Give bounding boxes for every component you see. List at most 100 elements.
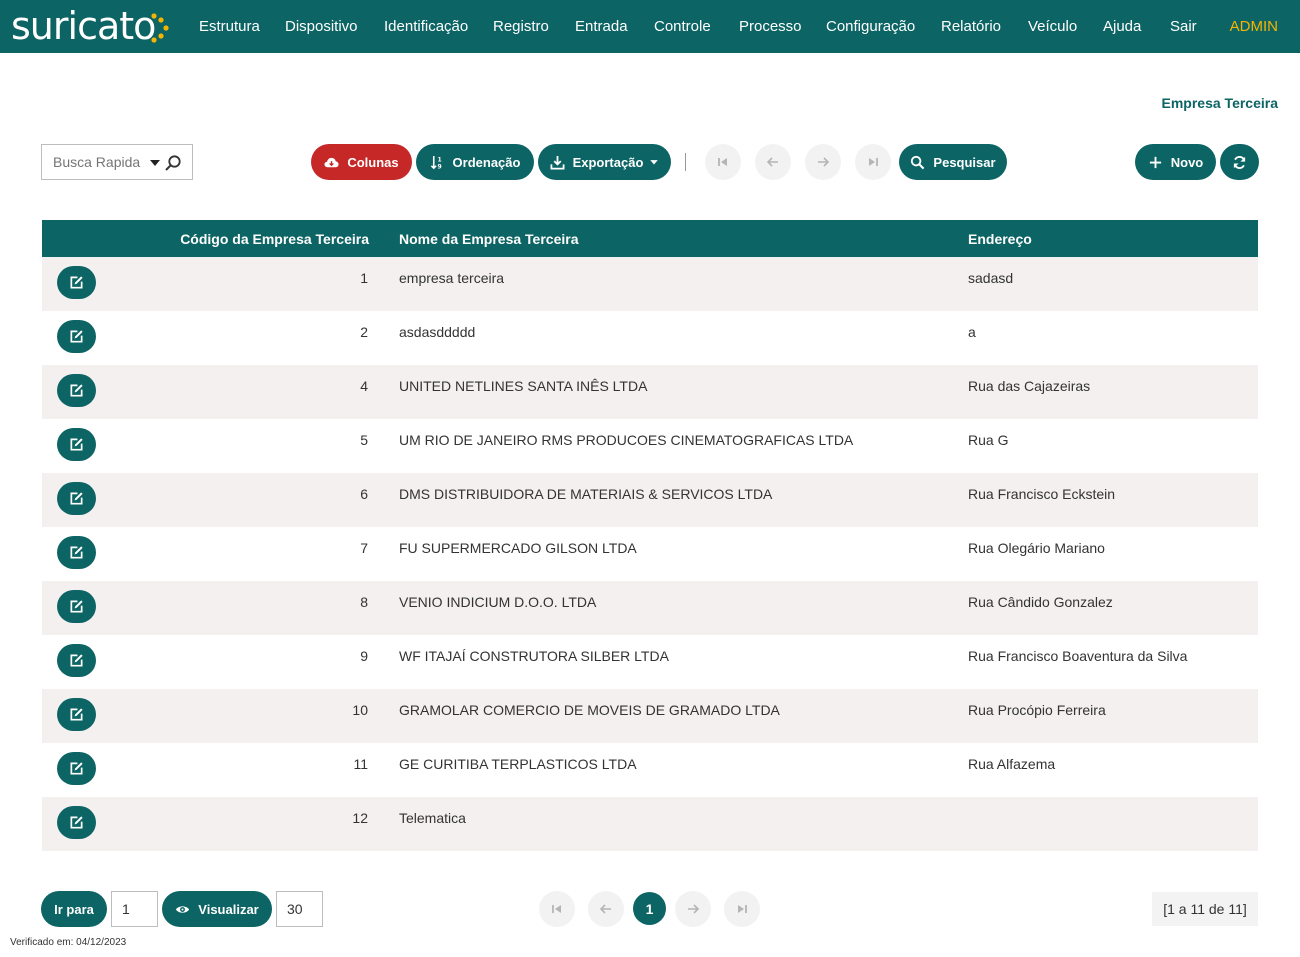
toolbar-divider	[685, 153, 686, 171]
nav-item-veiculo[interactable]: Veículo	[1028, 18, 1077, 35]
edit-button[interactable]	[57, 266, 96, 299]
pager-next-button[interactable]	[675, 891, 711, 927]
first-page-icon	[552, 905, 561, 913]
cell-name: DMS DISTRIBUIDORA DE MATERIAIS & SERVICO…	[399, 486, 773, 502]
columns-button[interactable]: Colunas	[311, 144, 412, 180]
edit-button[interactable]	[57, 806, 96, 839]
search-button[interactable]: Pesquisar	[899, 144, 1007, 180]
cell-name: UNITED NETLINES SANTA INÊS LTDA	[399, 378, 648, 394]
edit-button[interactable]	[57, 752, 96, 785]
table-row: 9 WF ITAJAÍ CONSTRUTORA SILBER LTDA Rua …	[42, 635, 1258, 689]
user-name[interactable]: ADMIN	[1230, 18, 1278, 35]
page-title: Empresa Terceira	[1161, 95, 1278, 111]
pager-first-button[interactable]	[539, 891, 575, 927]
arrow-right-icon	[688, 904, 700, 914]
cell-address: sadasd	[968, 270, 1014, 286]
edit-icon	[70, 276, 83, 289]
cell-code: 8	[360, 594, 368, 610]
view-button-label: Visualizar	[198, 901, 259, 917]
chevron-down-icon	[650, 160, 659, 165]
first-page-button[interactable]	[705, 144, 741, 180]
cell-code: 5	[360, 432, 368, 448]
edit-button[interactable]	[57, 374, 96, 407]
edit-icon	[70, 330, 83, 343]
edit-icon	[70, 438, 83, 451]
edit-button[interactable]	[57, 590, 96, 623]
columns-button-label: Colunas	[347, 154, 399, 170]
edit-icon	[70, 816, 83, 829]
previous-page-button[interactable]	[755, 144, 791, 180]
view-button[interactable]: Visualizar	[162, 891, 272, 927]
next-page-button[interactable]	[805, 144, 841, 180]
cell-code: 6	[360, 486, 368, 502]
page-size-input[interactable]: 30	[276, 891, 323, 927]
cell-address: a	[968, 324, 976, 340]
edit-button[interactable]	[57, 320, 96, 353]
nav-item-relatorio[interactable]: Relatório	[941, 18, 1001, 35]
cell-name: asdasddddd	[399, 324, 476, 340]
cell-code: 4	[360, 378, 368, 394]
edit-button[interactable]	[57, 536, 96, 569]
table-row: 4 UNITED NETLINES SANTA INÊS LTDA Rua da…	[42, 365, 1258, 419]
pager-current-page[interactable]: 1	[633, 892, 666, 925]
edit-button[interactable]	[57, 428, 96, 461]
last-page-button[interactable]	[855, 144, 891, 180]
goto-page-input[interactable]: 1	[111, 891, 158, 927]
pager-previous-button[interactable]	[588, 891, 624, 927]
cell-address: Rua Olegário Mariano	[968, 540, 1105, 556]
nav-item-configuracao[interactable]: Configuração	[826, 18, 915, 35]
export-button[interactable]: Exportação	[538, 144, 671, 180]
refresh-button[interactable]	[1220, 144, 1259, 180]
edit-button[interactable]	[57, 644, 96, 677]
table-row: 6 DMS DISTRIBUIDORA DE MATERIAIS & SERVI…	[42, 473, 1258, 527]
column-header-address[interactable]: Endereço	[968, 231, 1032, 247]
cloud-icon	[324, 157, 339, 167]
edit-icon	[70, 654, 83, 667]
plus-icon	[1149, 156, 1161, 168]
edit-button[interactable]	[57, 698, 96, 731]
search-icon	[911, 155, 925, 169]
nav-item-entrada[interactable]: Entrada	[575, 18, 628, 35]
nav-item-dispositivo[interactable]: Dispositivo	[285, 18, 358, 35]
edit-button[interactable]	[57, 482, 96, 515]
nav-item-estrutura[interactable]: Estrutura	[199, 18, 260, 35]
download-icon	[550, 155, 565, 169]
verified-date: Verificado em: 04/12/2023	[10, 937, 127, 948]
cell-code: 7	[360, 540, 368, 556]
cell-name: Telematica	[399, 810, 466, 826]
chevron-down-icon[interactable]	[150, 160, 160, 166]
cell-address: Rua Procópio Ferreira	[968, 702, 1106, 718]
cell-code: 10	[352, 702, 368, 718]
search-icon[interactable]	[164, 154, 182, 172]
goto-button[interactable]: Ir para	[41, 891, 107, 927]
last-page-icon	[869, 158, 878, 166]
cell-code: 12	[352, 810, 368, 826]
cell-name: FU SUPERMERCADO GILSON LTDA	[399, 540, 637, 556]
search-button-label: Pesquisar	[933, 154, 996, 170]
cell-name: GE CURITIBA TERPLASTICOS LTDA	[399, 756, 637, 772]
top-navbar: suricato Estrutura Dispositivo Identific…	[0, 0, 1300, 53]
column-header-name[interactable]: Nome da Empresa Terceira	[399, 231, 579, 247]
nav-item-ajuda[interactable]: Ajuda	[1103, 18, 1141, 35]
first-page-icon	[718, 158, 727, 166]
nav-item-sair[interactable]: Sair	[1170, 18, 1197, 35]
sort-button-label: Ordenação	[452, 154, 521, 170]
export-button-label: Exportação	[572, 154, 644, 170]
sort-icon: 1 9	[430, 155, 441, 170]
app-logo[interactable]: suricato	[11, 4, 156, 48]
cell-name: VENIO INDICIUM D.O.O. LTDA	[399, 594, 597, 610]
logo-dots-icon	[151, 13, 169, 43]
new-button[interactable]: Novo	[1135, 144, 1216, 180]
cell-address: Rua Cândido Gonzalez	[968, 594, 1113, 610]
nav-item-registro[interactable]: Registro	[493, 18, 549, 35]
edit-icon	[70, 708, 83, 721]
nav-item-controle[interactable]: Controle	[654, 18, 711, 35]
nav-item-identificacao[interactable]: Identificação	[384, 18, 468, 35]
column-header-code[interactable]: Código da Empresa Terceira	[180, 231, 369, 247]
pager-last-button[interactable]	[724, 891, 760, 927]
last-page-icon	[738, 905, 747, 913]
quick-search-input[interactable]	[42, 145, 146, 179]
cell-address: Rua Francisco Eckstein	[968, 486, 1116, 502]
sort-button[interactable]: 1 9 Ordenação	[416, 144, 534, 180]
nav-item-processo[interactable]: Processo	[739, 18, 802, 35]
